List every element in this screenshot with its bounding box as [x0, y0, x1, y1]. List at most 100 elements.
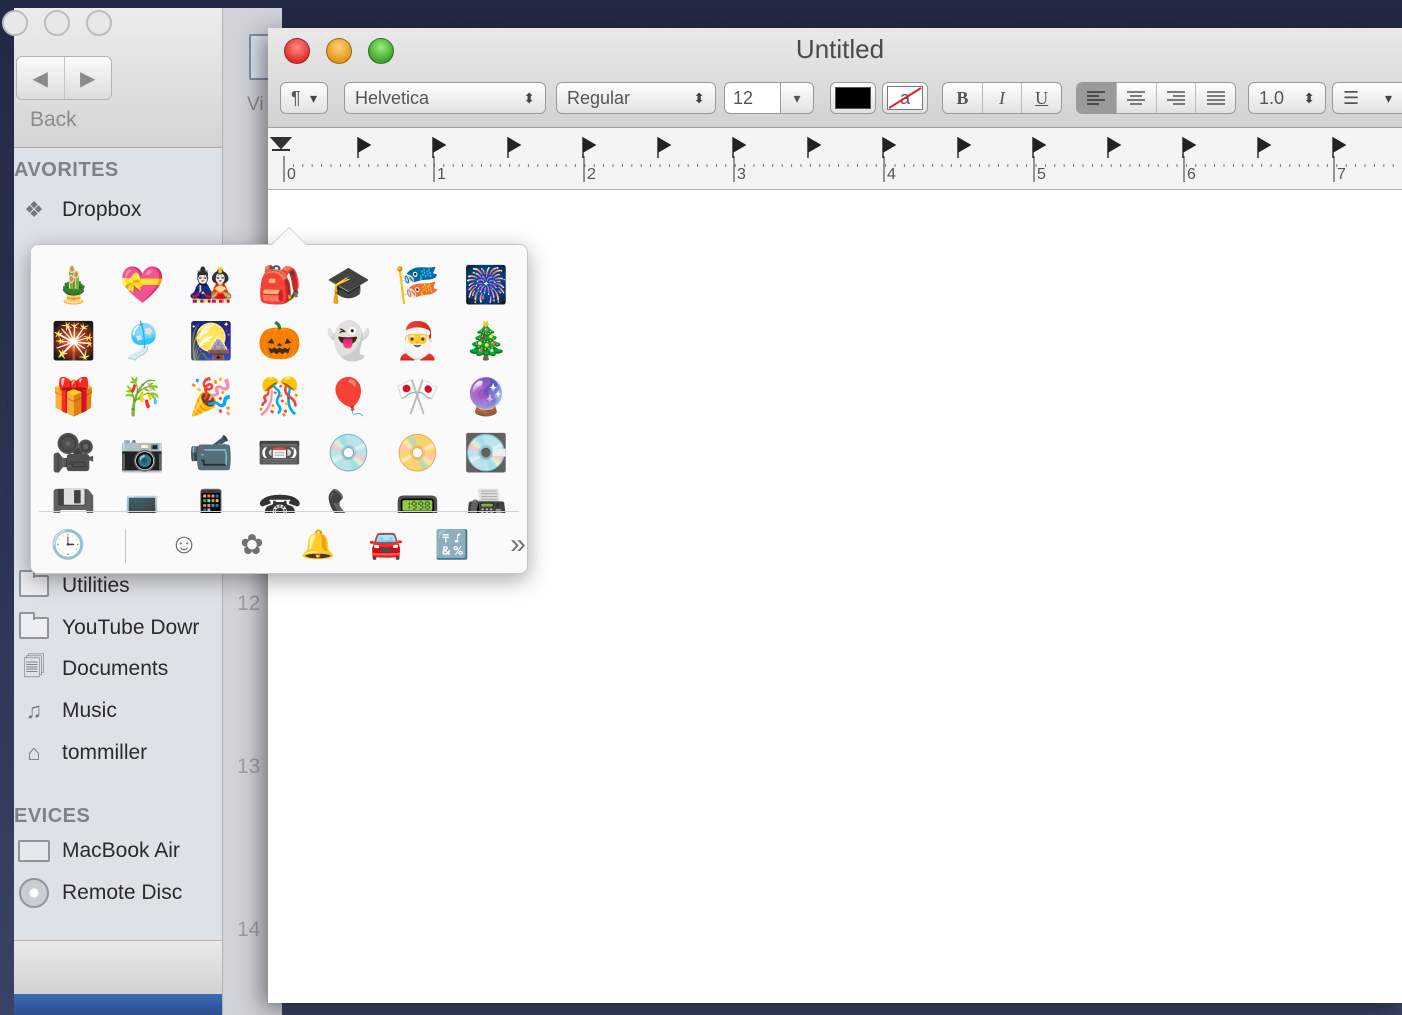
sidebar-item-label: MacBook Air: [62, 839, 180, 862]
highlight-color-well[interactable]: a: [882, 82, 928, 114]
emoji-cell[interactable]: 📼: [245, 425, 314, 481]
font-size-input[interactable]: 12: [725, 83, 781, 113]
emoji-cell[interactable]: 📀: [383, 425, 452, 481]
back-arrow-icon: ◀: [32, 67, 48, 90]
text-color-well[interactable]: [830, 82, 876, 114]
emoji-cell[interactable]: 👻: [314, 313, 383, 369]
home-icon: ⌂: [27, 740, 41, 765]
finder-zoom-button[interactable]: [86, 10, 112, 36]
folder-icon: [18, 612, 50, 642]
devices-heading: EVICES: [14, 805, 91, 827]
finder-window-controls: [2, 10, 112, 36]
emoji-grid: 🎍 💝 🎎 🎒 🎓 🎏 🎆 🎇 🎐 🎑 🎃 👻 🎅 🎄 🎁 🎋 🎉 🎊 🎈 🎌 🔮 🎥 📷 📹 📼 💿 📀 💽 💾 💻 📱 ☎ 📞 📟 📠: [39, 257, 521, 514]
emoji-cell[interactable]: 💝: [108, 257, 177, 313]
emoji-cell[interactable]: 🔮: [452, 369, 521, 425]
emoji-cell[interactable]: 📱: [177, 481, 246, 514]
font-family-select[interactable]: Helvetica ⬍: [344, 82, 546, 114]
italic-button[interactable]: I: [981, 83, 1022, 113]
sidebar-item-label: Remote Disc: [62, 881, 183, 904]
font-style-value: Regular: [567, 87, 631, 108]
sidebar-item-label: YouTube Dowr: [62, 616, 200, 639]
emoji-cell[interactable]: 🎄: [452, 313, 521, 369]
forward-button[interactable]: ▶: [63, 57, 112, 99]
paragraph-icon: ¶: [291, 87, 301, 108]
popover-pointer: [271, 228, 307, 246]
font-style-select[interactable]: Regular ⬍: [556, 82, 716, 114]
align-left-button[interactable]: [1077, 83, 1116, 113]
font-family-value: Helvetica: [355, 87, 430, 108]
music-icon: ♫: [25, 698, 43, 723]
sidebar-item-label: Dropbox: [62, 198, 142, 221]
folder-icon: [18, 570, 50, 600]
emoji-cell[interactable]: 🎋: [108, 369, 177, 425]
emphasis-buttons: B I U: [942, 82, 1062, 114]
divider: [125, 529, 126, 563]
emoji-cell[interactable]: 📷: [108, 425, 177, 481]
emoji-cell[interactable]: 💾: [39, 481, 108, 514]
ruler-number: 5: [1037, 166, 1046, 183]
list-bullets-select[interactable]: ☰ ▾: [1332, 82, 1402, 114]
sidebar-item-label: tommiller: [62, 741, 148, 764]
emoji-cell[interactable]: 🎊: [245, 369, 314, 425]
emoji-cell[interactable]: 📹: [177, 425, 246, 481]
back-button[interactable]: ◀: [17, 57, 64, 99]
flower-icon[interactable]: ✿: [229, 521, 275, 567]
emoji-cell[interactable]: 💽: [452, 425, 521, 481]
emoji-cell[interactable]: 🎐: [108, 313, 177, 369]
emoji-cell[interactable]: 🎈: [314, 369, 383, 425]
emoji-cell[interactable]: 💻: [108, 481, 177, 514]
emoji-cell[interactable]: 🎆: [452, 257, 521, 313]
ruler-number: 1: [437, 166, 446, 183]
emoji-cell[interactable]: 💿: [314, 425, 383, 481]
align-right-button[interactable]: [1155, 83, 1196, 113]
emoji-cell[interactable]: ☎: [245, 481, 314, 514]
emoji-cell[interactable]: 🎎: [177, 257, 246, 313]
emoji-cell[interactable]: 🎍: [39, 257, 108, 313]
align-left-icon: [1087, 91, 1106, 105]
emoji-cell[interactable]: 🎉: [177, 369, 246, 425]
justify-button[interactable]: [1195, 83, 1235, 113]
emoji-category-bar: 🕒 ☺ ✿ 🔔 🚘 🔣»: [45, 521, 526, 567]
clock-icon[interactable]: 🕒: [45, 521, 91, 567]
line-number: 14: [237, 918, 261, 941]
car-icon[interactable]: 🚘: [363, 521, 409, 567]
ruler[interactable]: 0 1 2 3 4 5 6 7: [268, 128, 1402, 190]
emoji-cell[interactable]: 📞: [314, 481, 383, 514]
align-center-button[interactable]: [1115, 83, 1156, 113]
emoji-cell[interactable]: 📟: [383, 481, 452, 514]
emoji-cell[interactable]: 🎥: [39, 425, 108, 481]
smiley-icon[interactable]: ☺: [161, 521, 207, 567]
paragraph-styles-button[interactable]: ¶ ▾: [280, 82, 328, 114]
emoji-cell[interactable]: 🎓: [314, 257, 383, 313]
emoji-cell[interactable]: 🎁: [39, 369, 108, 425]
emoji-cell[interactable]: 🎌: [383, 369, 452, 425]
finder-minimize-button[interactable]: [44, 10, 70, 36]
bold-button[interactable]: B: [943, 83, 982, 113]
bell-icon[interactable]: 🔔: [295, 521, 341, 567]
finder-close-button[interactable]: [2, 10, 28, 36]
emoji-cell[interactable]: 🎏: [383, 257, 452, 313]
alignment-buttons: [1076, 82, 1236, 114]
underline-button[interactable]: U: [1021, 83, 1061, 113]
divider: [39, 511, 519, 512]
ruler-number: 6: [1187, 166, 1196, 183]
no-highlight-icon: a: [887, 86, 923, 110]
symbols-icon[interactable]: 🔣: [429, 521, 475, 567]
line-spacing-select[interactable]: 1.0 ⬍: [1248, 82, 1326, 114]
more-icon[interactable]: »: [495, 521, 541, 567]
emoji-cell[interactable]: 🎇: [39, 313, 108, 369]
emoji-cell[interactable]: 🎃: [245, 313, 314, 369]
justify-icon: [1206, 91, 1225, 105]
emoji-cell[interactable]: 📠: [452, 481, 521, 514]
emoji-cell[interactable]: 🎅: [383, 313, 452, 369]
ruler-number: 2: [587, 166, 596, 183]
ruler-number: 7: [1337, 166, 1346, 183]
chevron-down-icon: ▾: [1384, 89, 1392, 106]
emoji-cell[interactable]: 🎒: [245, 257, 314, 313]
documents-icon: 🗐: [23, 654, 45, 679]
emoji-cell[interactable]: 🎑: [177, 313, 246, 369]
font-size-dropdown-icon[interactable]: ▾: [781, 90, 813, 107]
dropbox-icon: ❖: [24, 197, 44, 222]
line-spacing-value: 1.0: [1259, 87, 1285, 108]
ruler-number: 3: [737, 166, 746, 183]
